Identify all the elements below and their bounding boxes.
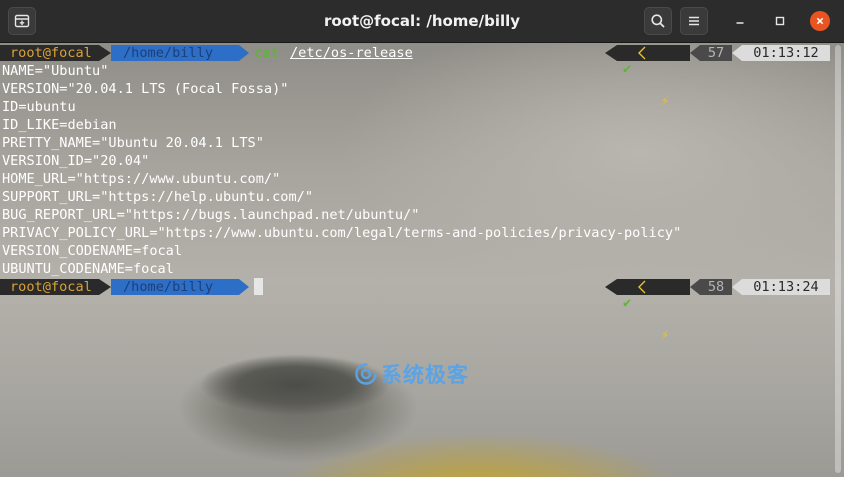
terminal-area[interactable]: root@focal /home/billy cat /etc/os-relea… (0, 43, 844, 477)
chevron-left-icon (638, 46, 646, 64)
output-line: VERSION="20.04.1 LTS (Focal Fossa)" (2, 81, 289, 97)
prompt-separator-arrow (239, 279, 249, 295)
status-check-icon: ✔ (623, 61, 632, 77)
command-argument: /etc/os-release (290, 45, 413, 61)
output-line: NAME="Ubuntu" (2, 63, 109, 79)
menu-button[interactable] (680, 7, 708, 35)
history-number: 57 (700, 45, 732, 61)
chevron-left-icon (638, 280, 646, 298)
prompt-path: /home/billy (111, 279, 239, 295)
maximize-button[interactable] (770, 11, 790, 31)
bolt-icon: ⚡ (661, 93, 670, 109)
terminal-window: root@focal: /home/billy root@focal /home… (0, 0, 844, 477)
right-prompt-arrow (732, 45, 742, 61)
prompt-user: root@focal (0, 279, 99, 295)
close-icon (816, 17, 824, 25)
output-line: VERSION_ID="20.04" (2, 153, 150, 169)
output-line: SUPPORT_URL="https://help.ubuntu.com/" (2, 189, 313, 205)
prompt-user: root@focal (0, 45, 99, 61)
prompt-time: 01:13:24 (742, 279, 830, 295)
prompt-separator-arrow (99, 45, 111, 61)
status-segment: ✔ ⚡ (617, 45, 690, 109)
bolt-icon: ⚡ (661, 327, 670, 343)
output-line: BUG_REPORT_URL="https://bugs.launchpad.n… (2, 207, 420, 223)
search-button[interactable] (644, 7, 672, 35)
output-line: ID=ubuntu (2, 99, 76, 115)
prompt-separator-arrow (99, 279, 111, 295)
scrollbar[interactable] (835, 45, 841, 473)
prompt-path: /home/billy (111, 45, 239, 61)
prompt-separator-arrow (239, 45, 249, 61)
watermark: 系统极客 (354, 359, 469, 389)
output-line: PRETTY_NAME="Ubuntu 20.04.1 LTS" (2, 135, 264, 151)
window-title: root@focal: /home/billy (323, 12, 521, 30)
right-prompt-arrow (605, 279, 617, 295)
swirl-logo-icon (354, 362, 378, 386)
hamburger-menu-icon (689, 16, 699, 26)
history-number: 58 (700, 279, 732, 295)
output-line: VERSION_CODENAME=focal (2, 243, 183, 259)
right-prompt-arrow (690, 45, 700, 61)
right-prompt-arrow (690, 279, 700, 295)
prompt-time: 01:13:12 (742, 45, 830, 61)
right-prompt-arrow (605, 45, 617, 61)
output-line: HOME_URL="https://www.ubuntu.com/" (2, 171, 281, 187)
status-segment: ✔ ⚡ (617, 279, 690, 343)
output-line: ID_LIKE=debian (2, 117, 117, 133)
title-bar: root@focal: /home/billy (0, 0, 844, 43)
text-cursor (254, 278, 263, 295)
search-icon (651, 14, 665, 28)
command-name: cat (254, 45, 279, 61)
output-line: PRIVACY_POLICY_URL="https://www.ubuntu.c… (2, 225, 682, 241)
right-prompt-arrow (732, 279, 742, 295)
output-line: UBUNTU_CODENAME=focal (2, 261, 174, 277)
close-button[interactable] (810, 11, 830, 31)
minimize-icon (736, 22, 744, 24)
watermark-text: 系统极客 (381, 363, 469, 387)
status-check-icon: ✔ (623, 295, 632, 311)
maximize-icon (775, 16, 785, 26)
minimize-button[interactable] (730, 11, 750, 31)
